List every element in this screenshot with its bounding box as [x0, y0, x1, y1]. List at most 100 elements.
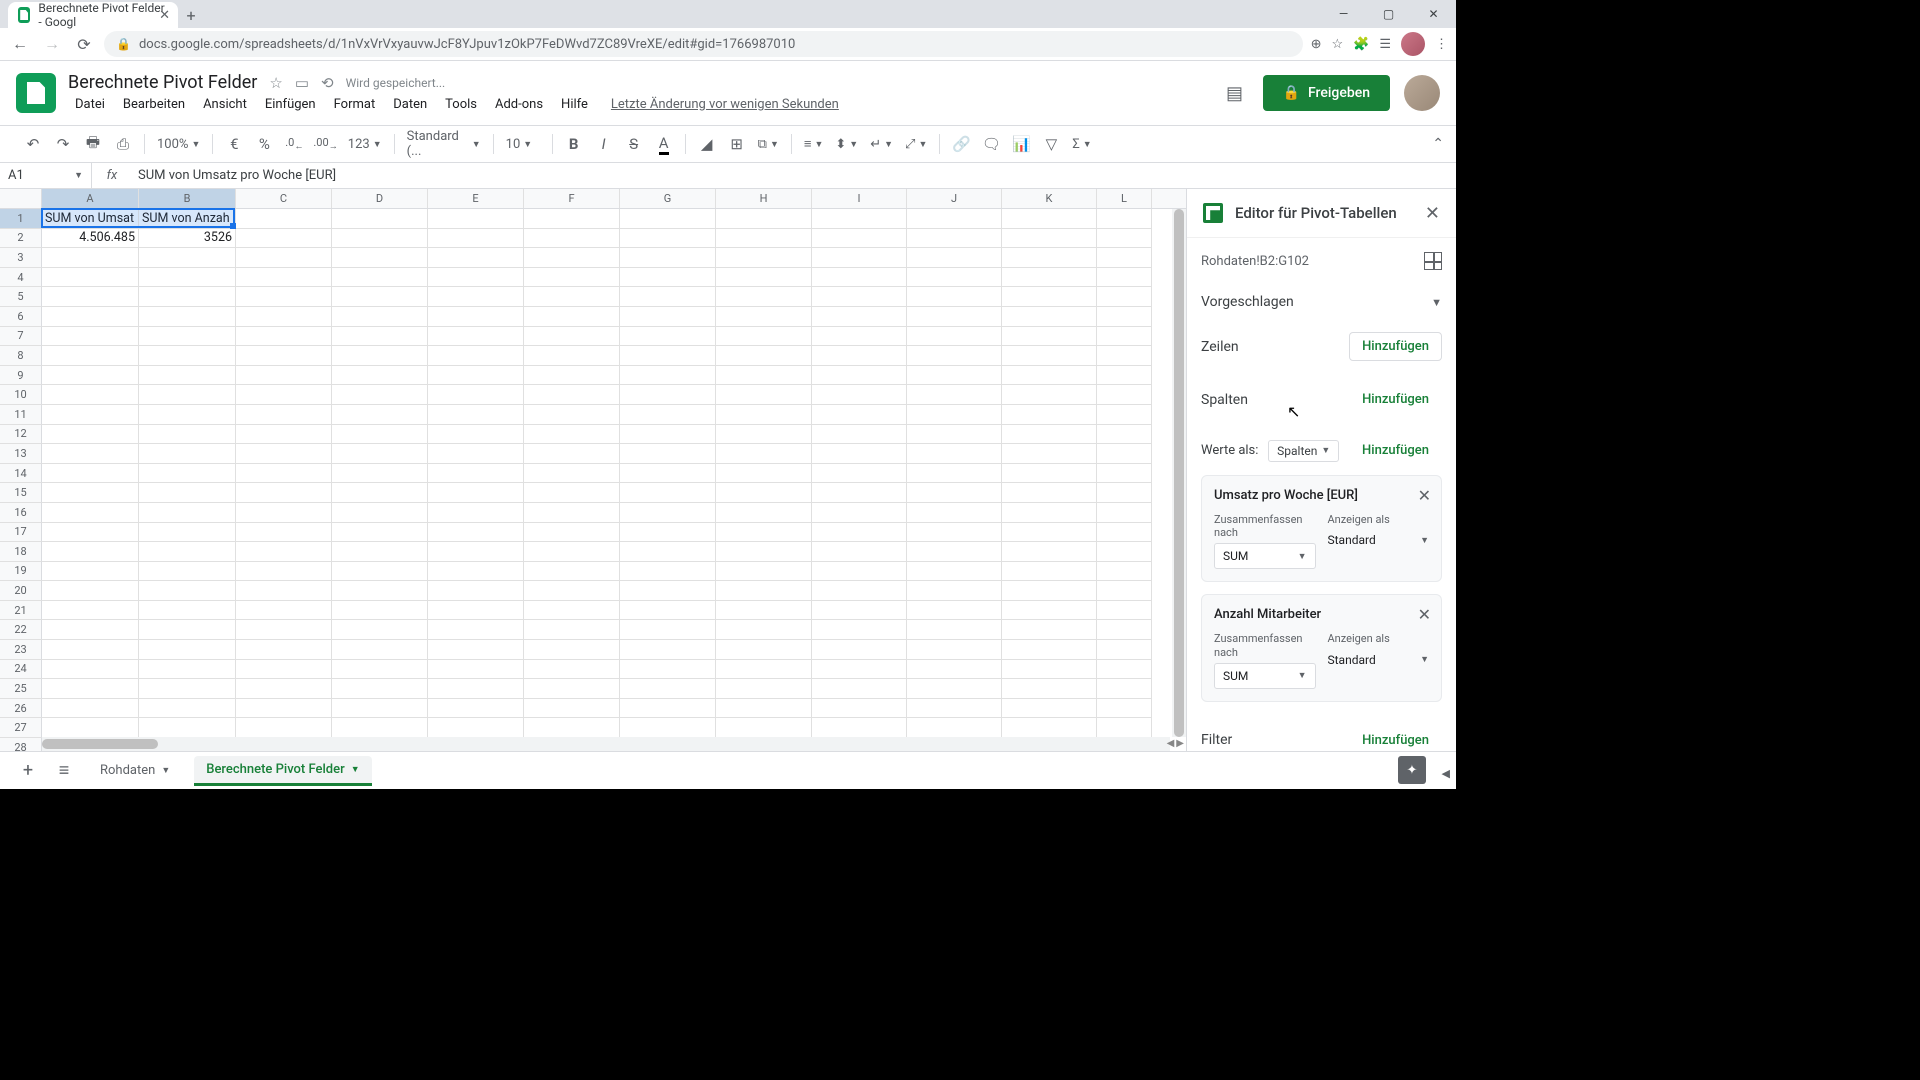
cell[interactable]	[332, 425, 428, 445]
sheet-nav-arrows[interactable]: ◀▶	[1165, 736, 1186, 751]
summarize-dropdown[interactable]: SUM▼	[1214, 663, 1316, 689]
cell[interactable]	[812, 718, 907, 738]
cell[interactable]	[907, 385, 1002, 405]
cell[interactable]	[428, 581, 524, 601]
cell[interactable]	[1097, 503, 1152, 523]
row-header[interactable]: 1	[0, 209, 42, 229]
select-range-icon[interactable]	[1424, 252, 1442, 270]
cell[interactable]	[139, 464, 236, 484]
cell[interactable]	[428, 562, 524, 582]
cell[interactable]	[716, 268, 812, 288]
cell[interactable]	[524, 229, 620, 249]
cell[interactable]	[1097, 346, 1152, 366]
cell[interactable]	[1002, 718, 1097, 738]
cell[interactable]	[716, 444, 812, 464]
cell[interactable]	[716, 366, 812, 386]
cell[interactable]	[1002, 248, 1097, 268]
cell[interactable]	[524, 718, 620, 738]
cell[interactable]	[139, 503, 236, 523]
zoom-indicator-icon[interactable]: ⊕	[1311, 37, 1322, 52]
cell[interactable]	[524, 425, 620, 445]
cell[interactable]	[1002, 620, 1097, 640]
cell[interactable]	[428, 307, 524, 327]
cell[interactable]	[236, 640, 332, 660]
cell[interactable]	[1097, 229, 1152, 249]
window-close-icon[interactable]: ✕	[1411, 0, 1456, 28]
cell[interactable]	[716, 464, 812, 484]
sheet-tab-rohdaten[interactable]: Rohdaten▼	[88, 757, 182, 784]
cell[interactable]	[620, 718, 716, 738]
cell[interactable]	[428, 366, 524, 386]
cell[interactable]	[907, 425, 1002, 445]
row-header[interactable]: 22	[0, 620, 42, 640]
cell[interactable]	[524, 268, 620, 288]
cell[interactable]	[620, 483, 716, 503]
cell[interactable]	[236, 268, 332, 288]
cell[interactable]	[236, 287, 332, 307]
cell[interactable]	[524, 346, 620, 366]
cell[interactable]	[332, 248, 428, 268]
cell[interactable]	[620, 503, 716, 523]
name-box[interactable]: A1 ▼	[0, 163, 92, 188]
cell[interactable]	[332, 268, 428, 288]
cell[interactable]	[332, 601, 428, 621]
cell[interactable]	[1097, 464, 1152, 484]
row-header[interactable]: 20	[0, 581, 42, 601]
cell[interactable]	[716, 483, 812, 503]
cell[interactable]	[1002, 444, 1097, 464]
cell[interactable]	[332, 209, 428, 229]
cell[interactable]	[907, 307, 1002, 327]
cell[interactable]	[1002, 542, 1097, 562]
cell[interactable]	[907, 287, 1002, 307]
cell[interactable]	[42, 425, 139, 445]
cell[interactable]	[236, 346, 332, 366]
cell[interactable]	[42, 268, 139, 288]
decimal-decrease-button[interactable]: .0←	[281, 131, 307, 157]
cell[interactable]	[1097, 542, 1152, 562]
cell[interactable]	[716, 307, 812, 327]
cell[interactable]	[332, 346, 428, 366]
cell[interactable]	[716, 601, 812, 621]
cell[interactable]: 3526	[139, 229, 236, 249]
cell[interactable]	[812, 444, 907, 464]
cell[interactable]	[42, 307, 139, 327]
cell[interactable]	[1002, 346, 1097, 366]
cell[interactable]	[907, 248, 1002, 268]
font-size-dropdown[interactable]: 10▼	[502, 137, 544, 152]
cell[interactable]	[332, 660, 428, 680]
cell[interactable]	[332, 562, 428, 582]
cell[interactable]	[1097, 327, 1152, 347]
cell[interactable]	[620, 464, 716, 484]
cell[interactable]	[620, 425, 716, 445]
cell[interactable]	[139, 640, 236, 660]
strike-button[interactable]: S	[621, 131, 647, 157]
cell[interactable]	[42, 248, 139, 268]
cell[interactable]	[812, 327, 907, 347]
cell[interactable]	[42, 601, 139, 621]
row-header[interactable]: 7	[0, 327, 42, 347]
cell[interactable]	[236, 327, 332, 347]
cell[interactable]	[236, 248, 332, 268]
cell[interactable]	[332, 699, 428, 719]
cell[interactable]	[907, 699, 1002, 719]
cell[interactable]	[812, 640, 907, 660]
column-header[interactable]: K	[1002, 189, 1097, 208]
borders-button[interactable]: ⊞	[724, 131, 750, 157]
cell[interactable]	[236, 523, 332, 543]
cell[interactable]	[620, 307, 716, 327]
all-sheets-button[interactable]: ≡	[52, 759, 76, 783]
row-header[interactable]: 28	[0, 738, 42, 751]
add-sheet-button[interactable]: +	[16, 759, 40, 783]
cell[interactable]	[1002, 562, 1097, 582]
text-color-button[interactable]: A	[651, 131, 677, 157]
row-header[interactable]: 6	[0, 307, 42, 327]
cell[interactable]	[42, 327, 139, 347]
cell[interactable]	[524, 581, 620, 601]
reading-list-icon[interactable]: ☰	[1379, 37, 1391, 52]
add-filter-button[interactable]: Hinzufügen	[1349, 726, 1442, 751]
pivot-range[interactable]: Rohdaten!B2:G102	[1201, 254, 1309, 269]
cell[interactable]	[812, 542, 907, 562]
cell[interactable]	[620, 581, 716, 601]
cell[interactable]	[1002, 483, 1097, 503]
toolbar-collapse-icon[interactable]: ⌃	[1432, 136, 1444, 152]
